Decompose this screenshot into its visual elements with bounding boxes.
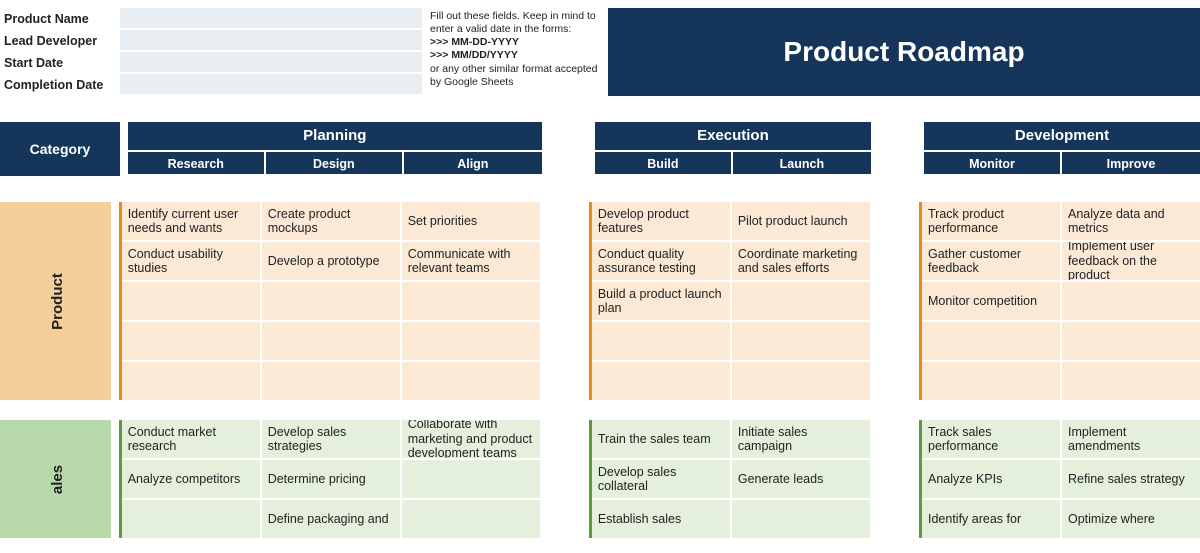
sales-development: Track sales performanceImplement amendme… [919, 420, 1200, 538]
input-lead-developer[interactable] [120, 30, 422, 50]
cell[interactable]: Develop sales collateral [592, 460, 730, 498]
cell[interactable]: Generate leads [732, 460, 870, 498]
cell[interactable] [732, 282, 870, 320]
cell[interactable]: Gather customer feedback [922, 242, 1060, 280]
sub-build: Build [595, 150, 733, 174]
cell[interactable]: Analyze KPIs [922, 460, 1060, 498]
swimlane-product: Product Identify current user needs and … [0, 202, 1200, 400]
help-fmt2: >>> MM/DD/YYYY [430, 49, 600, 62]
cell[interactable] [732, 322, 870, 360]
phase-planning: Planning Research Design Align [128, 122, 542, 176]
phase-execution: Execution Build Launch [595, 122, 871, 176]
cell[interactable]: Identify current user needs and wants [122, 202, 260, 240]
cell[interactable] [122, 322, 260, 360]
cell[interactable]: Track product performance [922, 202, 1060, 240]
product-execution: Develop product featuresPilot product la… [589, 202, 870, 400]
cell[interactable] [402, 460, 540, 498]
cell[interactable]: Pilot product launch [732, 202, 870, 240]
cell[interactable] [922, 362, 1060, 400]
cell[interactable] [122, 362, 260, 400]
phase-development: Development Monitor Improve [924, 122, 1200, 176]
cell[interactable] [262, 362, 400, 400]
cell[interactable]: Conduct market research [122, 420, 260, 458]
header-row: Category Planning Research Design Align … [0, 122, 1200, 176]
meta-block: Product Name Lead Developer Start Date C… [0, 8, 430, 96]
help-text: Fill out these fields. Keep in mind to e… [430, 8, 600, 96]
swimlane-label-sales: ales [0, 420, 111, 538]
sub-design: Design [266, 150, 404, 174]
cell[interactable] [402, 282, 540, 320]
cell[interactable]: Develop product features [592, 202, 730, 240]
meta-inputs [120, 8, 430, 96]
cell[interactable] [592, 362, 730, 400]
product-planning: Identify current user needs and wantsCre… [119, 202, 540, 400]
cell[interactable]: Conduct usability studies [122, 242, 260, 280]
cell[interactable]: Track sales performance [922, 420, 1060, 458]
swimlane-label-product: Product [0, 202, 111, 400]
cell[interactable]: Build a product launch plan [592, 282, 730, 320]
label-lead-developer: Lead Developer [4, 30, 120, 52]
help-fmt1: >>> MM-DD-YYYY [430, 36, 600, 49]
cell[interactable]: Conduct quality assurance testing [592, 242, 730, 280]
cell[interactable]: Refine sales strategy [1062, 460, 1200, 498]
cell[interactable] [402, 362, 540, 400]
cell[interactable] [262, 282, 400, 320]
cell[interactable]: Coordinate marketing and sales efforts [732, 242, 870, 280]
label-completion-date: Completion Date [4, 74, 120, 96]
cell[interactable]: Train the sales team [592, 420, 730, 458]
cell[interactable]: Develop sales strategies [262, 420, 400, 458]
top-row: Product Name Lead Developer Start Date C… [0, 0, 1200, 96]
cell[interactable] [122, 500, 260, 538]
cell[interactable]: Identify areas for [922, 500, 1060, 538]
phase-title-development: Development [924, 122, 1200, 150]
cell[interactable]: Collaborate with marketing and product d… [402, 420, 540, 458]
help-line2: or any other similar format accepted by … [430, 63, 600, 89]
header-category: Category [0, 122, 120, 176]
cell[interactable]: Implement user feedback on the product [1062, 242, 1200, 280]
sub-improve: Improve [1062, 150, 1200, 174]
cell[interactable]: Develop a prototype [262, 242, 400, 280]
cell[interactable]: Initiate sales campaign [732, 420, 870, 458]
cell[interactable]: Implement amendments [1062, 420, 1200, 458]
cell[interactable]: Define packaging and [262, 500, 400, 538]
cell[interactable] [1062, 282, 1200, 320]
sub-research: Research [128, 150, 266, 174]
cell[interactable] [402, 500, 540, 538]
swimlane-sales: ales Conduct market researchDevelop sale… [0, 420, 1200, 538]
input-product-name[interactable] [120, 8, 422, 28]
cell[interactable] [1062, 362, 1200, 400]
input-completion-date[interactable] [120, 74, 422, 94]
page-title: Product Roadmap [608, 8, 1200, 96]
cell[interactable]: Create product mockups [262, 202, 400, 240]
cell[interactable] [122, 282, 260, 320]
cell[interactable] [262, 322, 400, 360]
cell[interactable] [922, 322, 1060, 360]
cell[interactable] [402, 322, 540, 360]
sub-align: Align [404, 150, 542, 174]
meta-labels: Product Name Lead Developer Start Date C… [0, 8, 120, 96]
help-line1: Fill out these fields. Keep in mind to e… [430, 10, 600, 36]
sales-planning: Conduct market researchDevelop sales str… [119, 420, 540, 538]
sub-launch: Launch [733, 150, 871, 174]
cell[interactable]: Analyze competitors [122, 460, 260, 498]
phase-title-execution: Execution [595, 122, 871, 150]
cell[interactable] [1062, 322, 1200, 360]
cell[interactable]: Establish sales [592, 500, 730, 538]
sub-monitor: Monitor [924, 150, 1062, 174]
cell[interactable] [732, 362, 870, 400]
cell[interactable]: Optimize where [1062, 500, 1200, 538]
cell[interactable]: Set priorities [402, 202, 540, 240]
input-start-date[interactable] [120, 52, 422, 72]
cell[interactable]: Analyze data and metrics [1062, 202, 1200, 240]
label-start-date: Start Date [4, 52, 120, 74]
product-development: Track product performanceAnalyze data an… [919, 202, 1200, 400]
cell[interactable] [732, 500, 870, 538]
phase-title-planning: Planning [128, 122, 542, 150]
cell[interactable]: Communicate with relevant teams [402, 242, 540, 280]
label-product-name: Product Name [4, 8, 120, 30]
cell[interactable]: Monitor competition [922, 282, 1060, 320]
cell[interactable] [592, 322, 730, 360]
sales-execution: Train the sales teamInitiate sales campa… [589, 420, 870, 538]
cell[interactable]: Determine pricing [262, 460, 400, 498]
